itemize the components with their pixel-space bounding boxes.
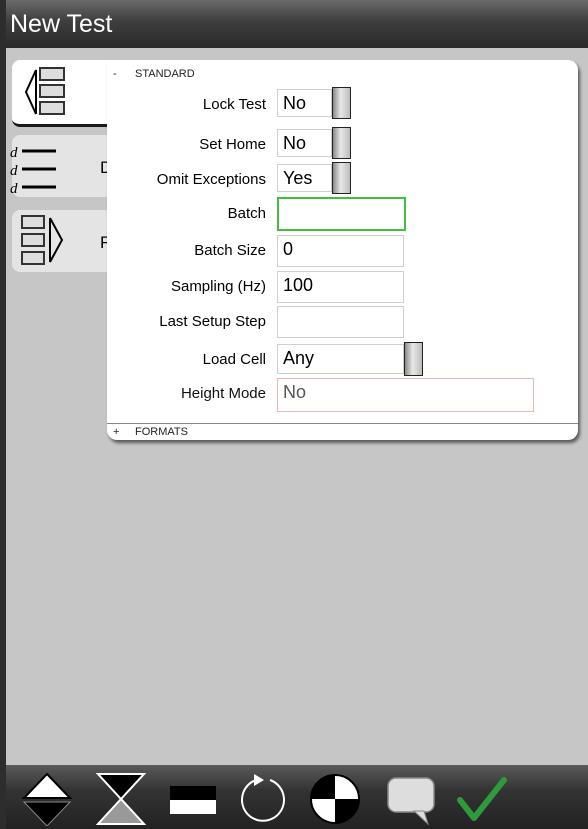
set-home-label: Set Home — [199, 136, 266, 153]
batch-label: Batch — [227, 205, 266, 222]
bottom-toolbar — [6, 765, 588, 829]
sampling-label: Sampling (Hz) — [170, 278, 266, 295]
section-formats-header[interactable]: + FORMATS — [107, 423, 578, 440]
height-mode-label: Height Mode — [180, 385, 266, 402]
d-list-icon: d d d — [10, 145, 56, 197]
row-lock-test: Lock Test No — [107, 87, 578, 119]
set-home-dropdown-button[interactable] — [332, 127, 351, 159]
row-load-cell: Load Cell Any — [107, 342, 578, 376]
window-title: New Test — [10, 10, 113, 38]
omit-exceptions-label: Omit Exceptions — [156, 171, 266, 188]
svg-text:d: d — [10, 181, 18, 197]
load-cell-label: Load Cell — [202, 351, 266, 368]
row-set-home: Set Home No — [107, 127, 578, 159]
title-bar: New Test — [6, 0, 588, 48]
row-omit-exceptions: Omit Exceptions Yes — [107, 162, 578, 194]
batch-size-label: Batch Size — [194, 242, 266, 259]
lock-test-label: Lock Test — [202, 96, 266, 113]
section-formats-label: FORMATS — [135, 426, 188, 438]
target-icon[interactable] — [308, 772, 362, 826]
window-edge — [0, 0, 6, 829]
sampling-input[interactable]: 100 — [277, 271, 404, 303]
svg-text:d: d — [10, 145, 18, 161]
batch-size-input[interactable]: 0 — [277, 235, 404, 267]
load-cell-value[interactable]: Any — [277, 344, 404, 374]
omit-exceptions-dropdown-button[interactable] — [332, 162, 351, 194]
row-last-setup-step: Last Setup Step — [107, 306, 578, 338]
collapse-list-icon — [24, 67, 65, 115]
up-down-arrows-icon[interactable] — [20, 772, 74, 826]
batch-input[interactable] — [277, 197, 406, 231]
row-height-mode: Height Mode No — [107, 378, 578, 412]
lock-test-value[interactable]: No — [277, 89, 332, 117]
last-setup-step-label: Last Setup Step — [159, 313, 266, 330]
comment-icon[interactable] — [384, 772, 438, 826]
checkmark-icon[interactable] — [454, 772, 508, 826]
settings-panel: - STANDARD Lock Test No Set Home No Omit… — [107, 60, 578, 440]
collapse-sign: - — [113, 68, 117, 80]
expand-list-icon — [21, 215, 64, 265]
rectangle-icon[interactable] — [166, 772, 220, 826]
rotate-icon[interactable] — [236, 772, 290, 826]
set-home-value[interactable]: No — [277, 129, 332, 157]
load-cell-dropdown-button[interactable] — [404, 342, 423, 376]
row-batch: Batch — [107, 197, 578, 231]
expand-sign: + — [113, 426, 120, 438]
height-mode-value: No — [277, 378, 534, 412]
last-setup-step-input[interactable] — [277, 306, 404, 338]
section-standard-label: STANDARD — [135, 68, 195, 80]
hourglass-icon[interactable] — [94, 772, 148, 826]
svg-text:d: d — [10, 163, 18, 179]
row-batch-size: Batch Size 0 — [107, 235, 578, 267]
lock-test-dropdown-button[interactable] — [332, 87, 351, 119]
omit-exceptions-value[interactable]: Yes — [277, 164, 332, 192]
row-sampling: Sampling (Hz) 100 — [107, 271, 578, 303]
